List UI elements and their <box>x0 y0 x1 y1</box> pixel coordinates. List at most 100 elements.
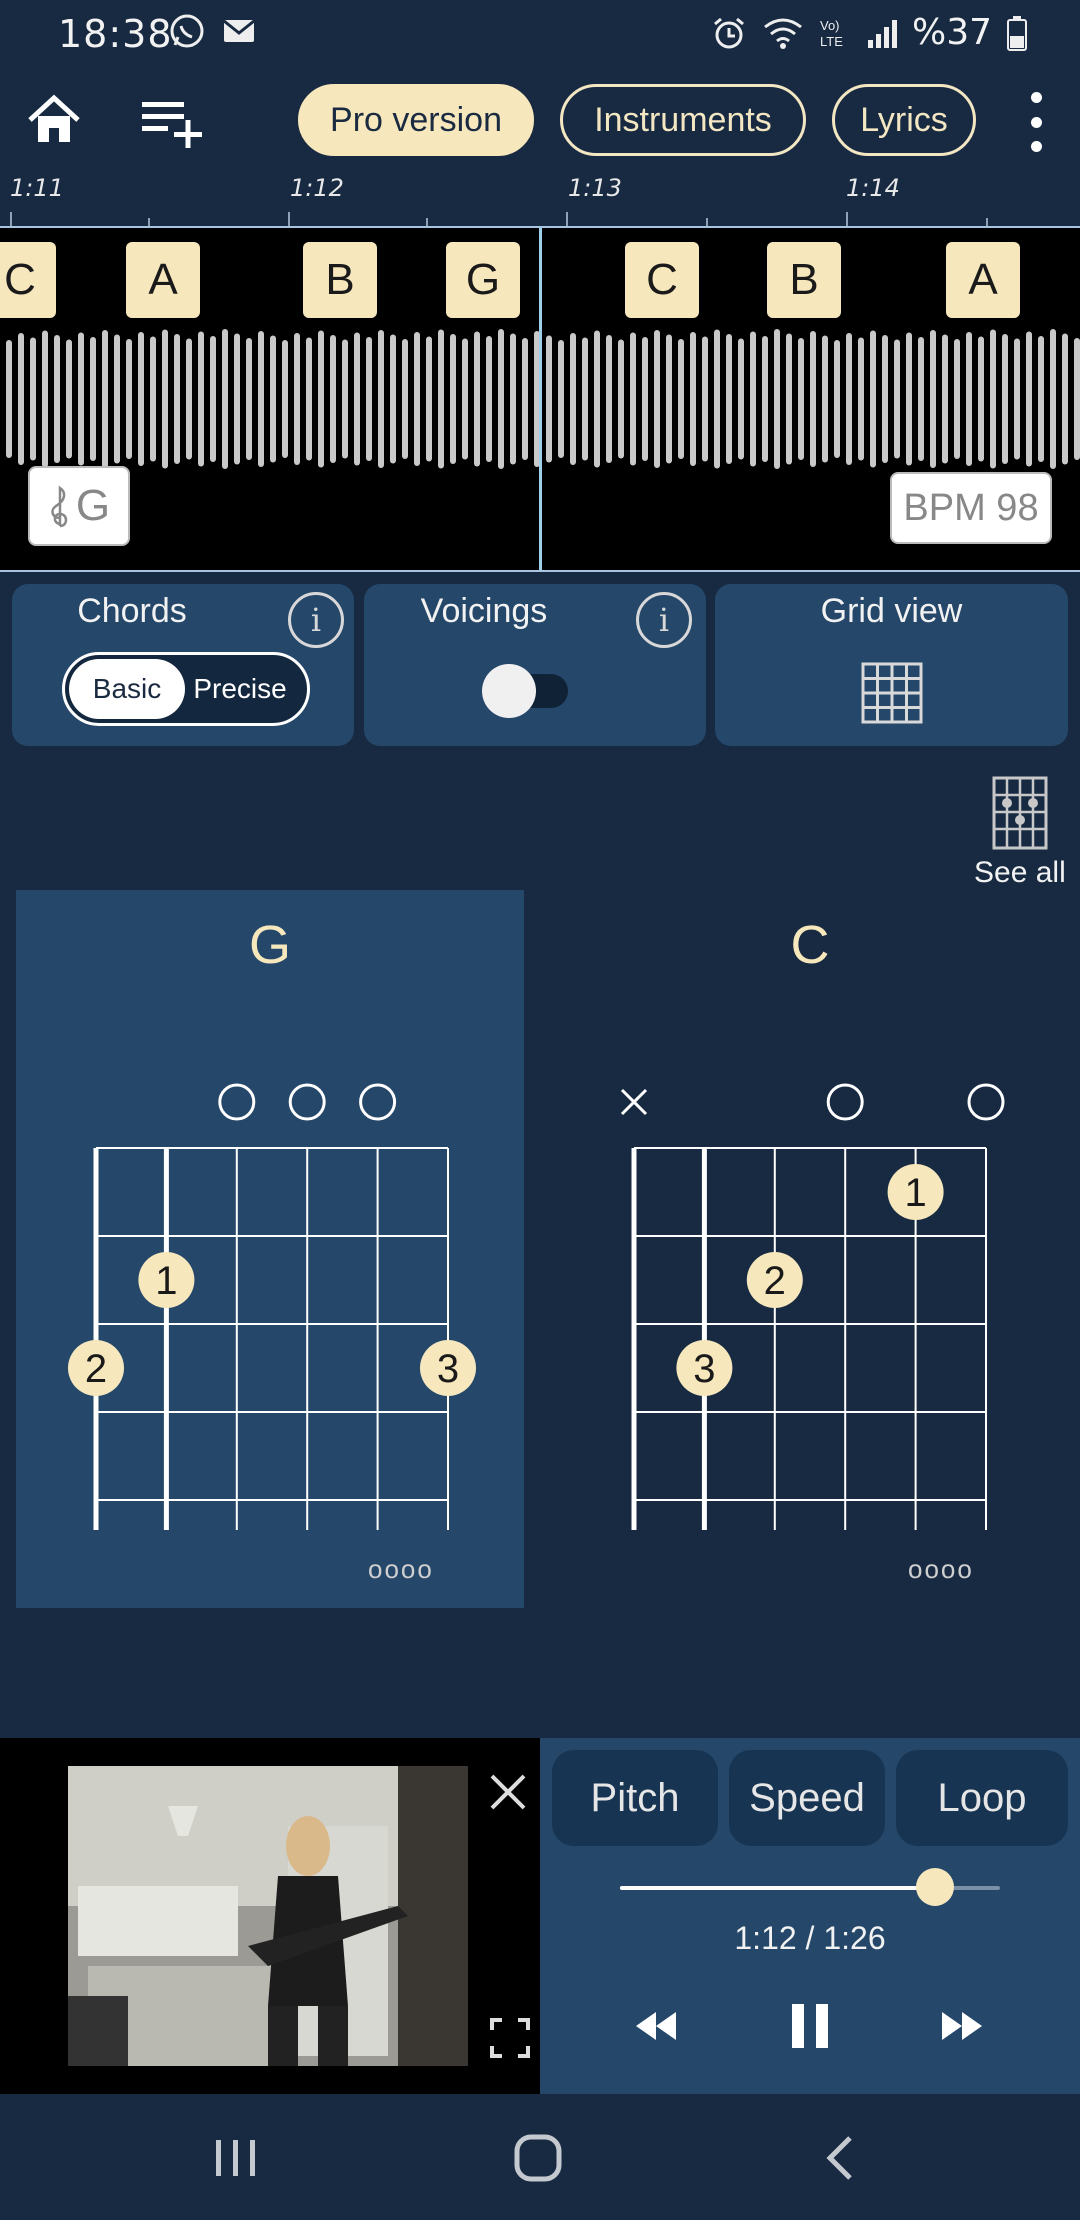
fullscreen-icon[interactable] <box>488 2016 532 2060</box>
waveform-bar <box>654 330 660 468</box>
tick-label: 1:11 <box>10 174 64 202</box>
waveform-bar <box>786 333 792 465</box>
more-voicings-dots[interactable]: oooo <box>368 1554 434 1585</box>
waveform-bar <box>354 332 360 466</box>
fast-forward-icon[interactable] <box>932 1996 992 2056</box>
waveform-bar <box>858 337 864 461</box>
waveform-bar <box>738 338 744 460</box>
chord-chip[interactable]: A <box>126 242 200 318</box>
chord-chip[interactable]: B <box>767 242 841 318</box>
grid-view-card[interactable]: Grid view <box>715 584 1068 746</box>
chords-title: Chords <box>77 592 187 630</box>
chord-mode-switch[interactable]: Basic Precise <box>62 652 310 726</box>
pause-icon[interactable] <box>780 1996 840 2056</box>
voicings-info-icon[interactable]: i <box>636 592 692 648</box>
finger-number: 1 <box>904 1171 926 1215</box>
time-readout: 1:12 / 1:26 <box>734 1920 886 1956</box>
playhead[interactable] <box>539 228 542 570</box>
waveform-bar <box>54 335 60 463</box>
instruments-button[interactable]: Instruments <box>560 84 806 156</box>
chord-chip[interactable]: B <box>303 242 377 318</box>
tick-mark <box>846 212 848 226</box>
waveform-bar <box>930 330 936 468</box>
chord-name: G <box>248 915 291 975</box>
waveform-bar <box>378 330 384 468</box>
waveform-bar <box>882 335 888 463</box>
waveform-bar <box>594 330 600 468</box>
player-bar: Pitch Speed Loop 1:12 / 1:26 <box>0 1738 1080 2094</box>
chords-card: Chords i Basic Precise <box>12 584 354 746</box>
progress-knob[interactable] <box>916 1868 955 1906</box>
progress-fill <box>620 1886 936 1890</box>
lyrics-button[interactable]: Lyrics <box>832 84 976 156</box>
video-thumbnail[interactable] <box>68 1766 468 2066</box>
speed-button[interactable]: Speed <box>729 1750 885 1846</box>
timeline-ruler[interactable]: 1:11 1:12 1:13 1:14 <box>0 174 1080 226</box>
waveform-bar <box>6 340 12 458</box>
grid-icon[interactable] <box>861 662 923 724</box>
waveform-bar <box>894 339 900 459</box>
waveform-bar <box>234 333 240 465</box>
home-nav-icon[interactable] <box>508 2128 568 2188</box>
open-string-marker <box>359 1083 397 1121</box>
status-right-icons: Vo) LTE %37 <box>710 12 1028 53</box>
chord-diagram-g: 1 2 3 <box>68 1083 476 1530</box>
status-left-icons <box>168 12 258 50</box>
waveform-bar <box>678 339 684 459</box>
voicings-toggle-knob[interactable] <box>482 664 536 718</box>
chord-chip[interactable]: C <box>625 242 699 318</box>
waveform-bar <box>702 336 708 462</box>
tick-mark <box>566 212 568 226</box>
battery-icon <box>1007 15 1027 51</box>
chord-chart-icon[interactable] <box>992 776 1048 850</box>
playback-controls: Pitch Speed Loop 1:12 / 1:26 <box>540 1738 1080 2094</box>
waveform-bar <box>18 333 24 465</box>
rewind-icon[interactable] <box>626 1996 686 2056</box>
waveform-bar <box>282 340 288 458</box>
loop-button[interactable]: Loop <box>896 1750 1068 1846</box>
back-icon[interactable] <box>812 2128 872 2188</box>
waveform-bar <box>414 332 420 466</box>
volte-icon: Vo)LTE <box>820 18 843 49</box>
chord-chip[interactable]: A <box>946 242 1020 318</box>
waveform-bar <box>1026 331 1032 467</box>
waveform-bar <box>258 331 264 467</box>
see-all-label[interactable]: See all <box>974 856 1066 890</box>
waveform-bar <box>78 332 84 466</box>
chord-name: C <box>790 915 830 975</box>
key-badge[interactable]: G <box>28 466 130 546</box>
finger-number: 2 <box>85 1347 107 1391</box>
system-nav-bar <box>0 2094 1080 2220</box>
waveform-bar <box>690 332 696 466</box>
waveform-bar <box>570 333 576 465</box>
mode-basic[interactable]: Basic <box>69 659 185 719</box>
close-video-icon[interactable] <box>484 1768 532 1816</box>
more-voicings-dots[interactable]: oooo <box>908 1554 974 1585</box>
add-to-playlist-icon[interactable] <box>140 88 204 152</box>
home-icon[interactable] <box>22 88 86 152</box>
chord-chip[interactable]: G <box>446 242 520 318</box>
grid-view-title: Grid view <box>820 592 963 630</box>
chord-chip[interactable]: C <box>0 242 56 318</box>
pitch-button[interactable]: Pitch <box>552 1750 718 1846</box>
waveform-bar <box>966 332 972 466</box>
tick-mark <box>426 218 428 226</box>
tick-mark <box>288 212 290 226</box>
bpm-badge[interactable]: BPM 98 <box>890 472 1052 544</box>
pro-version-button[interactable]: Pro version <box>298 84 534 156</box>
waveform-bar <box>330 335 336 463</box>
chords-info-icon[interactable]: i <box>288 592 344 648</box>
waveform-bar <box>750 331 756 467</box>
mode-precise[interactable]: Precise <box>183 659 297 719</box>
tick-mark <box>10 212 12 226</box>
waveform-panel[interactable]: C A B G C B A G BPM 98 <box>0 226 1080 572</box>
chord-card-c[interactable]: C 1 2 3 oooo <box>556 890 1064 1608</box>
chord-card-g[interactable]: G 1 2 3 oooo <box>16 890 524 1608</box>
recent-apps-icon[interactable] <box>206 2128 266 2188</box>
tick-label: 1:12 <box>290 174 344 202</box>
overflow-menu-icon[interactable] <box>1028 92 1044 152</box>
waveform-bar <box>954 339 960 459</box>
waveform-bar <box>150 336 156 462</box>
voicings-card: Voicings i <box>364 584 706 746</box>
waveform-bar <box>318 330 324 468</box>
